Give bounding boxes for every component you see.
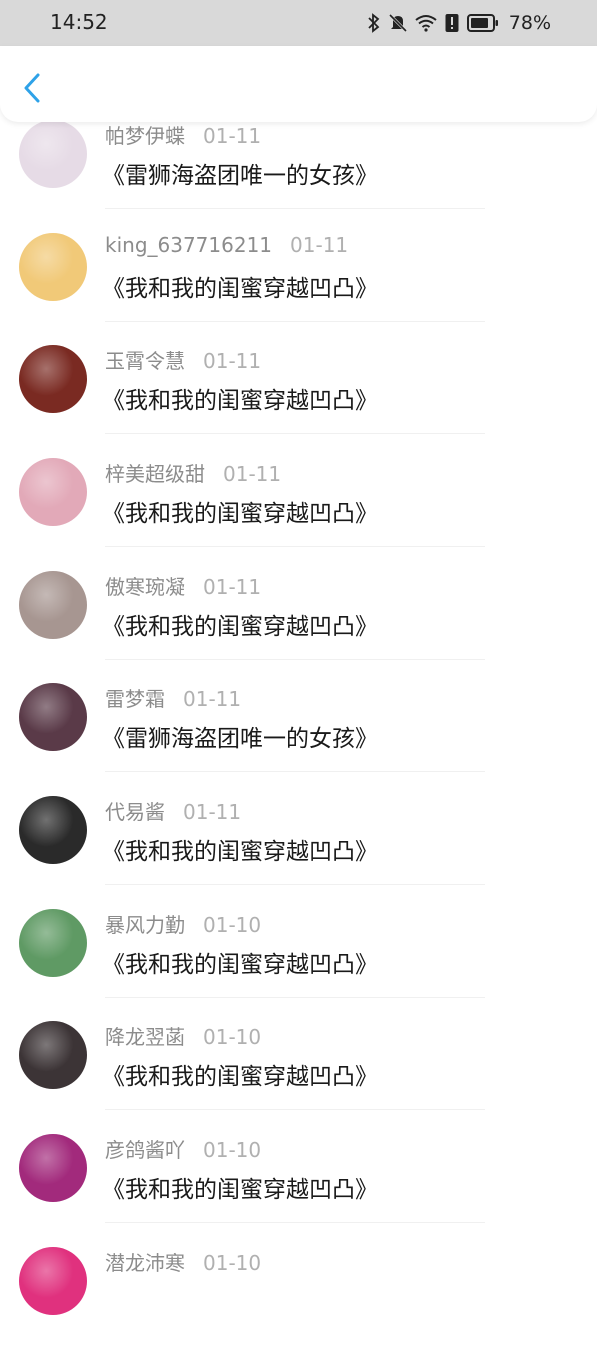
mute-bell-icon bbox=[388, 13, 407, 33]
username: 潜龙沛寒 01-10 bbox=[105, 1251, 262, 1275]
avatar[interactable] bbox=[19, 796, 87, 864]
username: 傲寒琬凝 01-11 bbox=[105, 575, 262, 599]
date: 01-11 bbox=[183, 687, 242, 711]
story-title[interactable]: 《雷狮海盗团唯一的女孩》 bbox=[102, 156, 378, 190]
date: 01-11 bbox=[203, 575, 262, 599]
divider bbox=[105, 1222, 485, 1223]
date: 01-10 bbox=[203, 1138, 262, 1162]
username: 玉霄令慧 01-11 bbox=[105, 349, 262, 373]
avatar[interactable] bbox=[19, 683, 87, 751]
alert-icon bbox=[445, 14, 459, 32]
story-title[interactable]: 《我和我的闺蜜穿越凹凸》 bbox=[102, 832, 378, 866]
username: king_637716211 01-11 bbox=[105, 233, 349, 257]
username: 帕梦伊蝶 01-11 bbox=[105, 124, 262, 148]
battery-percent: 78% bbox=[508, 12, 551, 34]
date: 01-11 bbox=[203, 124, 262, 148]
list-item[interactable]: 代易酱 01-11 《我和我的闺蜜穿越凹凸》 bbox=[0, 796, 597, 908]
top-nav-bar bbox=[0, 46, 597, 122]
date: 01-11 bbox=[183, 800, 242, 824]
list-item[interactable]: 帕梦伊蝶 01-11 《雷狮海盗团唯一的女孩》 bbox=[0, 120, 597, 232]
list-item[interactable]: 降龙翌菡 01-10 《我和我的闺蜜穿越凹凸》 bbox=[0, 1021, 597, 1133]
divider bbox=[105, 659, 485, 660]
story-title[interactable]: 《我和我的闺蜜穿越凹凸》 bbox=[102, 269, 378, 303]
battery-icon bbox=[466, 14, 498, 32]
divider bbox=[105, 433, 485, 434]
chevron-left-icon bbox=[24, 73, 40, 103]
avatar[interactable] bbox=[19, 1021, 87, 1089]
story-title[interactable]: 《我和我的闺蜜穿越凹凸》 bbox=[102, 607, 378, 641]
avatar[interactable] bbox=[19, 909, 87, 977]
status-time: 14:52 bbox=[50, 10, 108, 34]
list-item[interactable]: king_637716211 01-11 《我和我的闺蜜穿越凹凸》 bbox=[0, 233, 597, 345]
list-item[interactable]: 玉霄令慧 01-11 《我和我的闺蜜穿越凹凸》 bbox=[0, 345, 597, 457]
avatar[interactable] bbox=[19, 1134, 87, 1202]
date: 01-10 bbox=[203, 1025, 262, 1049]
divider bbox=[105, 884, 485, 885]
list-item[interactable]: 彦鸽酱吖 01-10 《我和我的闺蜜穿越凹凸》 bbox=[0, 1134, 597, 1246]
divider bbox=[105, 321, 485, 322]
status-bar: 14:52 78% bbox=[0, 0, 597, 46]
story-title[interactable]: 《我和我的闺蜜穿越凹凸》 bbox=[102, 1057, 378, 1091]
divider bbox=[105, 208, 485, 209]
username: 梓美超级甜 01-11 bbox=[105, 462, 282, 486]
divider bbox=[105, 1109, 485, 1110]
username: 彦鸽酱吖 01-10 bbox=[105, 1138, 262, 1162]
message-list: 帕梦伊蝶 01-11 《雷狮海盗团唯一的女孩》 king_637716211 01-… bbox=[0, 0, 597, 1315]
date: 01-11 bbox=[290, 233, 349, 257]
avatar[interactable] bbox=[19, 1247, 87, 1315]
list-item[interactable]: 暴风力勤 01-10 《我和我的闺蜜穿越凹凸》 bbox=[0, 909, 597, 1021]
avatar[interactable] bbox=[19, 345, 87, 413]
bluetooth-icon bbox=[368, 13, 380, 33]
divider bbox=[105, 546, 485, 547]
story-title[interactable]: 《我和我的闺蜜穿越凹凸》 bbox=[102, 945, 378, 979]
avatar[interactable] bbox=[19, 571, 87, 639]
date: 01-10 bbox=[203, 1251, 262, 1275]
story-title[interactable]: 《我和我的闺蜜穿越凹凸》 bbox=[102, 381, 378, 415]
list-item[interactable]: 潜龙沛寒 01-10 bbox=[0, 1247, 597, 1359]
date: 01-11 bbox=[203, 349, 262, 373]
username: 雷梦霜 01-11 bbox=[105, 687, 242, 711]
username: 代易酱 01-11 bbox=[105, 800, 242, 824]
username: 降龙翌菡 01-10 bbox=[105, 1025, 262, 1049]
wifi-icon bbox=[415, 15, 437, 32]
list-item[interactable]: 雷梦霜 01-11 《雷狮海盗团唯一的女孩》 bbox=[0, 683, 597, 795]
list-item[interactable]: 梓美超级甜 01-11 《我和我的闺蜜穿越凹凸》 bbox=[0, 458, 597, 570]
back-button[interactable] bbox=[14, 68, 50, 108]
avatar[interactable] bbox=[19, 120, 87, 188]
story-title[interactable]: 《我和我的闺蜜穿越凹凸》 bbox=[102, 1170, 378, 1204]
avatar[interactable] bbox=[19, 458, 87, 526]
status-icons: 78% bbox=[367, 10, 551, 36]
divider bbox=[105, 997, 485, 998]
avatar[interactable] bbox=[19, 233, 87, 301]
story-title[interactable]: 《雷狮海盗团唯一的女孩》 bbox=[102, 719, 378, 753]
divider bbox=[105, 771, 485, 772]
story-title[interactable]: 《我和我的闺蜜穿越凹凸》 bbox=[102, 494, 378, 528]
list-item[interactable]: 傲寒琬凝 01-11 《我和我的闺蜜穿越凹凸》 bbox=[0, 571, 597, 683]
username: 暴风力勤 01-10 bbox=[105, 913, 262, 937]
date: 01-11 bbox=[223, 462, 282, 486]
date: 01-10 bbox=[203, 913, 262, 937]
